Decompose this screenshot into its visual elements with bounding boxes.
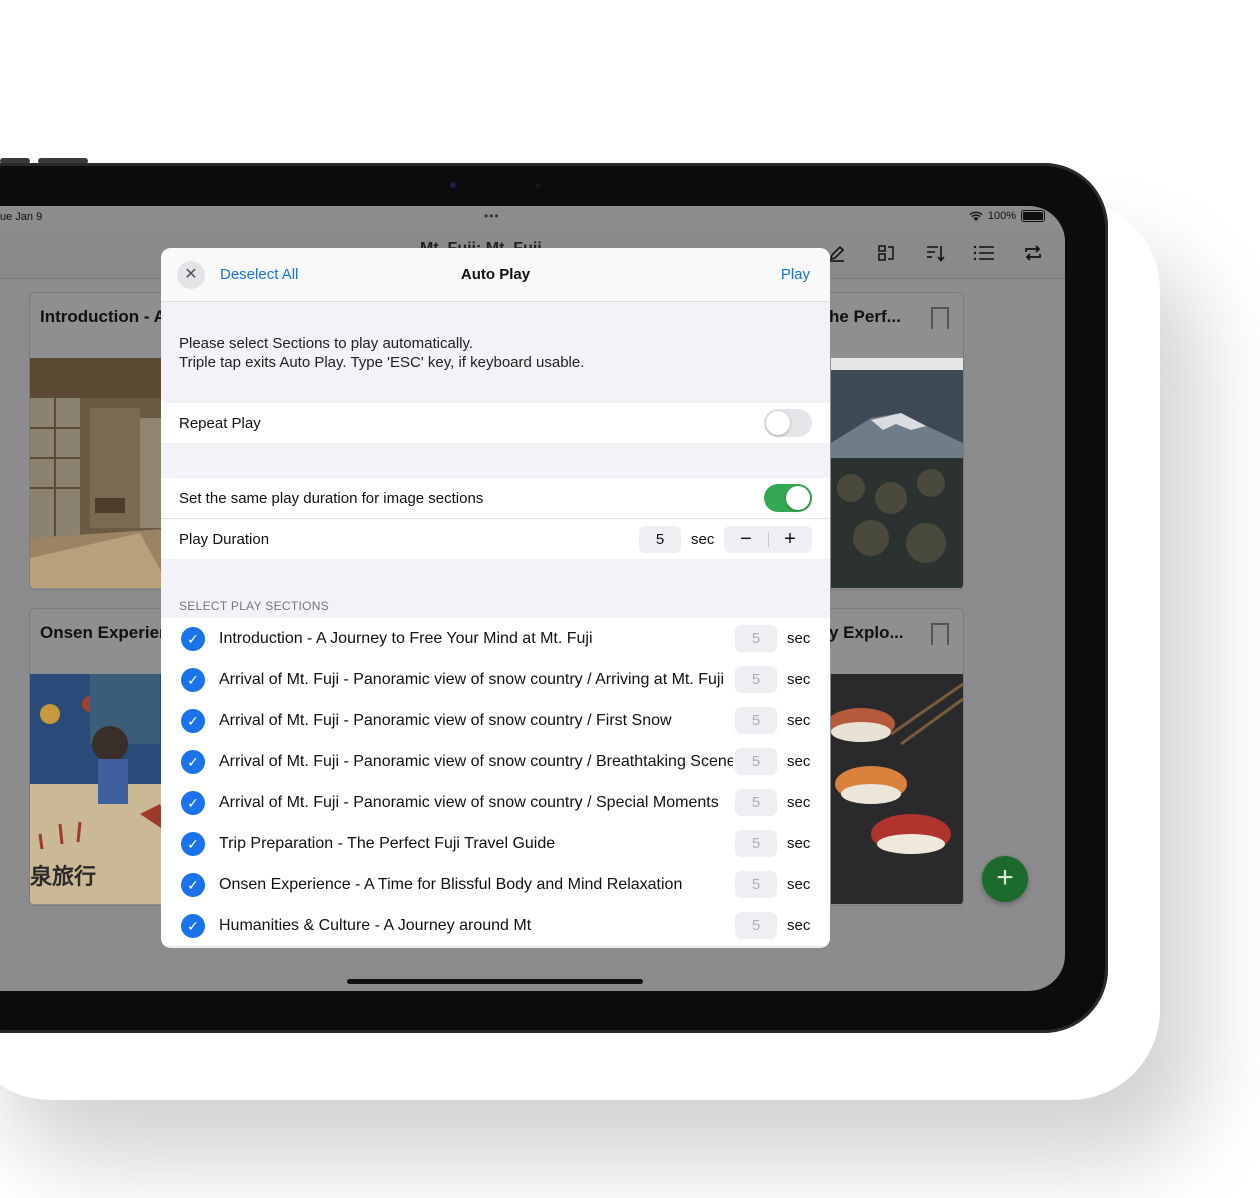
section-row[interactable]: ✓ Humanities & Culture - A Journey around… bbox=[161, 905, 830, 947]
toggle-knob bbox=[786, 486, 810, 510]
checkmark-icon[interactable]: ✓ bbox=[181, 873, 205, 897]
front-camera bbox=[450, 182, 456, 188]
section-row[interactable]: ✓ Arrival of Mt. Fuji - Panoramic view of… bbox=[161, 782, 830, 824]
section-row[interactable]: ✓ Arrival of Mt. Fuji - Panoramic view of… bbox=[161, 741, 830, 783]
section-row[interactable]: ✓ Introduction - A Journey to Free Your M… bbox=[161, 618, 830, 660]
play-duration-label: Play Duration bbox=[179, 531, 270, 548]
sheet-title: Auto Play bbox=[460, 266, 531, 283]
multitasking-dots[interactable]: ••• bbox=[484, 209, 500, 223]
instructions: Please select Sections to play automatic… bbox=[179, 334, 584, 372]
section-duration-unit: sec bbox=[787, 835, 811, 852]
sort-icon[interactable] bbox=[922, 240, 948, 266]
card-title: Introduction - A bbox=[40, 307, 166, 326]
wifi-icon bbox=[969, 211, 983, 221]
sensor bbox=[535, 183, 540, 188]
section-label: Arrival of Mt. Fuji - Panoramic view of … bbox=[219, 671, 725, 688]
checkmark-icon[interactable]: ✓ bbox=[181, 750, 205, 774]
duration-stepper: − + bbox=[724, 526, 812, 553]
status-right: 100% bbox=[969, 210, 1045, 222]
section-duration-field[interactable]: 5 bbox=[735, 625, 777, 652]
card-title: Onsen Experien bbox=[40, 623, 170, 642]
section-header: SELECT PLAY SECTIONS bbox=[179, 599, 330, 613]
section-row[interactable]: ✓ Trip Preparation - The Perfect Fuji Tra… bbox=[161, 823, 830, 865]
checkmark-icon[interactable]: ✓ bbox=[181, 914, 205, 938]
same-duration-row: Set the same play duration for image sec… bbox=[161, 478, 830, 519]
section-duration-unit: sec bbox=[787, 917, 811, 934]
card-image bbox=[831, 358, 963, 588]
bookmark-icon[interactable] bbox=[931, 307, 949, 329]
section-duration-unit: sec bbox=[787, 712, 811, 729]
section-label: Arrival of Mt. Fuji - Panoramic view of … bbox=[219, 712, 672, 729]
add-button[interactable]: + bbox=[982, 856, 1028, 902]
checkmark-icon[interactable]: ✓ bbox=[181, 627, 205, 651]
card-image bbox=[831, 674, 963, 904]
play-duration-unit: sec bbox=[691, 531, 715, 548]
battery-icon bbox=[1021, 210, 1045, 222]
section-duration-field[interactable]: 5 bbox=[735, 789, 777, 816]
checkmark-icon[interactable]: ✓ bbox=[181, 709, 205, 733]
list-icon[interactable] bbox=[971, 240, 997, 266]
section-row[interactable]: ✓ Onsen Experience - A Time for Blissful … bbox=[161, 864, 830, 906]
same-duration-label: Set the same play duration for image sec… bbox=[179, 490, 484, 507]
card-art-caption: 泉旅行 bbox=[30, 864, 97, 889]
card-title: y Explo... bbox=[829, 623, 904, 642]
instructions-line: Triple tap exits Auto Play. Type 'ESC' k… bbox=[179, 354, 585, 371]
section-duration-field[interactable]: 5 bbox=[735, 871, 777, 898]
instructions-line: Please select Sections to play automatic… bbox=[179, 335, 474, 352]
same-duration-toggle[interactable] bbox=[764, 484, 812, 512]
section-duration-unit: sec bbox=[787, 753, 811, 770]
section-label: Onsen Experience - A Time for Blissful B… bbox=[219, 876, 683, 893]
toggle-knob bbox=[766, 411, 790, 435]
section-duration-field[interactable]: 5 bbox=[735, 748, 777, 775]
decrement-button[interactable]: − bbox=[724, 526, 768, 553]
card-title: he Perf... bbox=[829, 307, 901, 326]
section-row[interactable]: ✓ Arrival of Mt. Fuji - Panoramic view of… bbox=[161, 700, 830, 742]
sheet-header: ✕ Deselect All Auto Play Play bbox=[161, 248, 830, 302]
section-duration-unit: sec bbox=[787, 794, 811, 811]
section-label: Arrival of Mt. Fuji - Panoramic view of … bbox=[219, 794, 719, 811]
repeat-play-row: Repeat Play bbox=[161, 403, 830, 443]
section-label: Humanities & Culture - A Journey around … bbox=[219, 917, 532, 934]
section-duration-unit: sec bbox=[787, 671, 811, 688]
section-row[interactable]: ✓ Arrival of Mt. Fuji - Panoramic view of… bbox=[161, 659, 830, 701]
play-button[interactable]: Play bbox=[781, 266, 810, 283]
battery-percent: 100% bbox=[987, 210, 1016, 222]
play-duration-field[interactable]: 5 bbox=[639, 526, 681, 553]
ipad-screen: ue Jan 9 ••• 100% Mt. Fuji: Mt. Fuji Int… bbox=[0, 206, 1065, 991]
layout-icon[interactable] bbox=[873, 240, 899, 266]
section-label: Arrival of Mt. Fuji - Panoramic view of … bbox=[219, 753, 733, 770]
section-duration-field[interactable]: 5 bbox=[735, 707, 777, 734]
increment-button[interactable]: + bbox=[768, 526, 812, 553]
repeat-play-toggle[interactable] bbox=[764, 409, 812, 437]
section-duration-field[interactable]: 5 bbox=[735, 666, 777, 693]
section-duration-unit: sec bbox=[787, 876, 811, 893]
section-label: Introduction - A Journey to Free Your Mi… bbox=[219, 630, 593, 647]
section-duration-field[interactable]: 5 bbox=[735, 830, 777, 857]
home-indicator[interactable] bbox=[347, 979, 643, 984]
repeat-icon[interactable] bbox=[1020, 240, 1046, 266]
checkmark-icon[interactable]: ✓ bbox=[181, 832, 205, 856]
repeat-play-label: Repeat Play bbox=[179, 415, 261, 432]
section-duration-field[interactable]: 5 bbox=[735, 912, 777, 939]
auto-play-sheet: ✕ Deselect All Auto Play Play Please sel… bbox=[161, 248, 830, 948]
section-label: Trip Preparation - The Perfect Fuji Trav… bbox=[219, 835, 556, 852]
section-duration-unit: sec bbox=[787, 630, 811, 647]
status-date: ue Jan 9 bbox=[0, 211, 43, 223]
checkmark-icon[interactable]: ✓ bbox=[181, 791, 205, 815]
checkmark-icon[interactable]: ✓ bbox=[181, 668, 205, 692]
status-bar: ue Jan 9 ••• 100% bbox=[0, 206, 1065, 228]
bookmark-icon[interactable] bbox=[931, 623, 949, 645]
play-duration-row: Play Duration 5 sec − + bbox=[161, 519, 830, 559]
